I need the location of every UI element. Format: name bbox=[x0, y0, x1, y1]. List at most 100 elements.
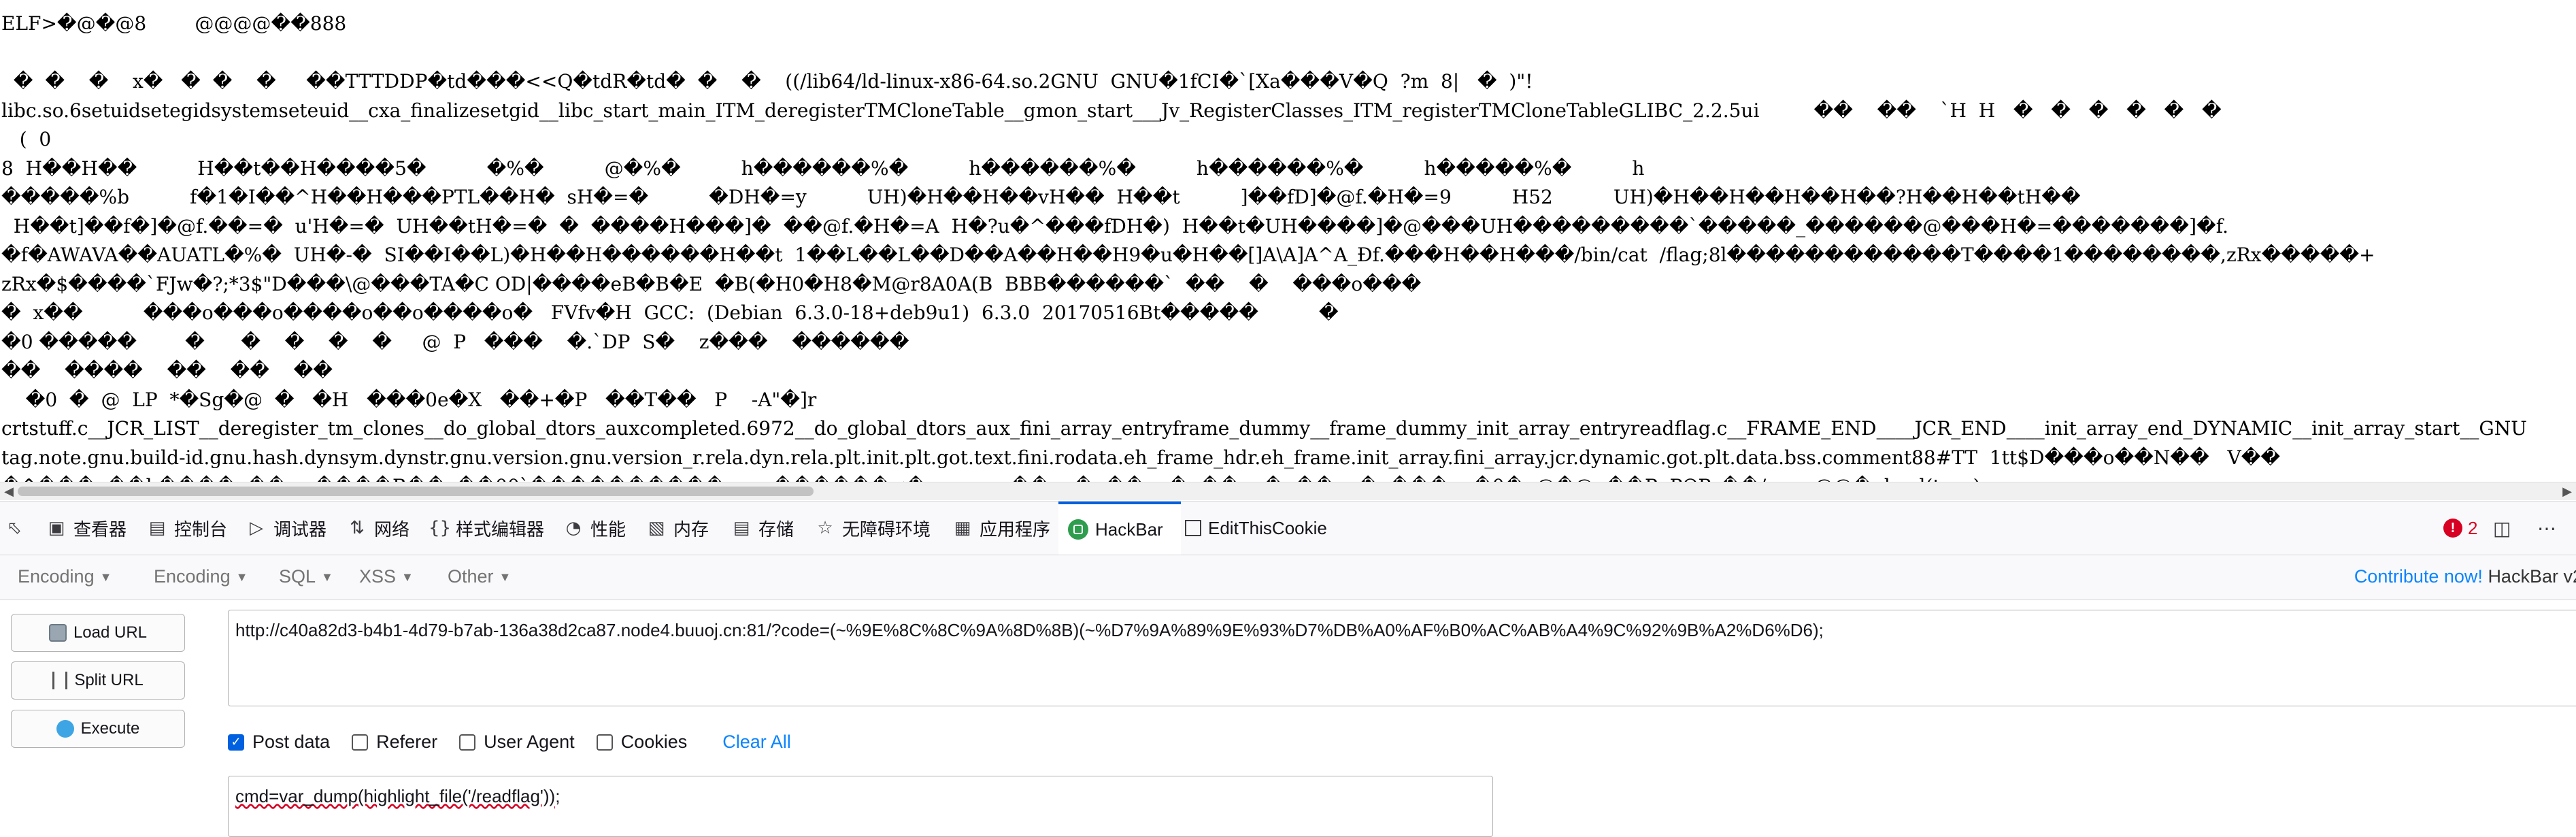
referer-option[interactable]: Referer bbox=[352, 732, 437, 753]
chevron-down-icon: ▼ bbox=[499, 570, 512, 585]
more-options-icon[interactable]: ⋯ bbox=[2537, 502, 2556, 555]
user-agent-option[interactable]: User Agent bbox=[459, 732, 575, 753]
button-label: Execute bbox=[80, 719, 140, 738]
application-icon: ▦ bbox=[954, 518, 971, 538]
chevron-down-icon: ▼ bbox=[235, 570, 248, 585]
tab-style-editor[interactable]: {} 样式编辑器 bbox=[429, 502, 544, 555]
tab-application[interactable]: ▦ 应用程序 bbox=[952, 502, 1050, 555]
contribute-area: Contribute now! HackBar v2 bbox=[2354, 566, 2576, 587]
dock-side-icon[interactable]: ◫ bbox=[2493, 502, 2511, 555]
scrollbar-thumb[interactable] bbox=[18, 487, 814, 496]
storage-icon: ▤ bbox=[733, 518, 750, 538]
horizontal-scrollbar[interactable]: ◀ ▶ bbox=[0, 482, 2576, 500]
tab-memory[interactable]: ▧ 内存 bbox=[646, 502, 709, 555]
user-agent-checkbox[interactable] bbox=[459, 734, 476, 751]
performance-icon: ◔ bbox=[565, 518, 582, 538]
menu-xss[interactable]: XSS ▼ bbox=[359, 566, 414, 587]
tab-accessibility[interactable]: ☆ 无障碍环境 bbox=[815, 502, 931, 555]
cookie-icon bbox=[1185, 520, 1201, 536]
hackbar-version: HackBar v2 bbox=[2488, 566, 2576, 587]
post-data-checkbox[interactable]: ✓ bbox=[228, 734, 244, 751]
menu-encryption[interactable]: Encoding ▼ bbox=[18, 566, 112, 587]
menu-encoding[interactable]: Encoding ▼ bbox=[154, 566, 248, 587]
hackbar-icon bbox=[1068, 519, 1088, 540]
dump-line: tag.note.gnu.build-id.gnu.hash.dynsym.dy… bbox=[1, 446, 2281, 469]
debugger-icon: ▷ bbox=[250, 518, 263, 538]
execute-button[interactable]: Execute bbox=[11, 710, 185, 748]
tab-hackbar[interactable]: HackBar bbox=[1058, 502, 1181, 555]
scroll-left-arrow-icon[interactable]: ◀ bbox=[0, 482, 18, 500]
option-label: Referer bbox=[376, 732, 438, 752]
button-label: Split URL bbox=[74, 671, 144, 689]
chevron-down-icon: ▼ bbox=[401, 570, 414, 585]
dump-line: �� ���� �� �� �� bbox=[1, 359, 333, 382]
chevron-down-icon: ▼ bbox=[321, 570, 333, 585]
network-icon: ⇅ bbox=[350, 518, 365, 538]
dump-line: crtstuff.c__JCR_LIST__deregister_tm_clon… bbox=[1, 417, 2527, 440]
tab-debugger[interactable]: ▷ 调试器 bbox=[246, 502, 327, 555]
dump-line: ( 0 bbox=[1, 128, 52, 150]
post-data-textarea[interactable]: cmd=var_dump(highlight_file('/readflag')… bbox=[228, 776, 1493, 837]
dump-line: � � � x� � � � ��TTTDDP�td���<<Q�tdR�td�… bbox=[1, 70, 1533, 93]
clear-all-link[interactable]: Clear All bbox=[722, 732, 791, 753]
cookies-option[interactable]: Cookies bbox=[596, 732, 687, 753]
memory-icon: ▧ bbox=[648, 518, 665, 538]
dump-line: �0 ����� � � � � � @ P ��� �.`DP S� z���… bbox=[1, 330, 909, 353]
style-editor-icon: {} bbox=[429, 518, 452, 538]
contribute-link[interactable]: Contribute now! bbox=[2354, 566, 2483, 587]
tab-label: EditThisCookie bbox=[1208, 517, 1327, 538]
accessibility-icon: ☆ bbox=[817, 518, 833, 538]
execute-icon bbox=[56, 720, 74, 738]
devtools-toolbar: ⬁ ▣ 查看器 ▤ 控制台 ▷ 调试器 ⇅ 网络 {} 样式编辑器 ◔ 性能 ▧… bbox=[0, 501, 2576, 555]
tab-label: HackBar bbox=[1095, 519, 1163, 540]
menu-label: XSS bbox=[359, 566, 397, 587]
menu-label: Other bbox=[448, 566, 494, 587]
tab-label: 内存 bbox=[673, 519, 709, 540]
element-picker-button[interactable]: ⬁ bbox=[4, 502, 30, 555]
dump-line: 8 H��H�� H��t��H����5� �%� @�%� h������%… bbox=[1, 157, 1645, 180]
menu-label: Encoding bbox=[154, 566, 231, 587]
error-count: 2 bbox=[2468, 517, 2478, 538]
dump-line: libc.so.6setuidsetegidsystemseteuid__cxa… bbox=[1, 99, 2222, 122]
chevron-down-icon: ▼ bbox=[99, 570, 112, 585]
tab-storage[interactable]: ▤ 存储 bbox=[731, 502, 794, 555]
tab-label: 控制台 bbox=[174, 519, 228, 540]
tab-performance[interactable]: ◔ 性能 bbox=[563, 502, 626, 555]
url-text: http://c40a82d3-b4b1-4d79-b7ab-136a38d2c… bbox=[235, 620, 1824, 640]
button-label: Load URL bbox=[73, 623, 148, 642]
tab-inspector[interactable]: ▣ 查看器 bbox=[46, 502, 127, 555]
menu-label: Encoding bbox=[18, 566, 95, 587]
tab-label: 调试器 bbox=[273, 519, 327, 540]
request-options: ✓ Post data Referer User Agent Cookies C… bbox=[228, 732, 791, 753]
tab-console[interactable]: ▤ 控制台 bbox=[147, 502, 227, 555]
split-url-button[interactable]: Split URL bbox=[11, 661, 185, 700]
option-label: Post data bbox=[252, 732, 331, 752]
error-count-badge[interactable]: ! 2 bbox=[2443, 502, 2477, 555]
dump-lines: ELF>�@�@8 @@@@��888 � � � x� � � � ��TTT… bbox=[0, 10, 2527, 489]
dump-line: �����%b f�1�I��^H��H���PTL��H� sH�=� �DH… bbox=[1, 186, 2081, 208]
scroll-right-arrow-icon[interactable]: ▶ bbox=[2558, 482, 2576, 500]
tab-label: 查看器 bbox=[73, 519, 127, 540]
hackbar-menu-bar: Encoding ▼ Encoding ▼ SQL ▼ XSS ▼ Other ▼ Con… bbox=[0, 555, 2576, 600]
element-picker-icon: ⬁ bbox=[7, 518, 22, 538]
menu-label: SQL bbox=[279, 566, 316, 587]
post-data-option[interactable]: ✓ Post data bbox=[228, 732, 330, 753]
menu-other[interactable]: Other ▼ bbox=[448, 566, 511, 587]
inspector-icon: ▣ bbox=[48, 518, 65, 538]
referer-checkbox[interactable] bbox=[352, 734, 369, 751]
url-textarea[interactable]: http://c40a82d3-b4b1-4d79-b7ab-136a38d2c… bbox=[228, 610, 2576, 706]
error-icon: ! bbox=[2443, 519, 2462, 538]
tab-editthiscookie[interactable]: EditThisCookie bbox=[1185, 502, 1327, 555]
cookies-checkbox[interactable] bbox=[596, 734, 613, 751]
dump-line: H��t]��f�]�@f.��=� u'H�=� UH��tH�=� � ��… bbox=[1, 214, 2228, 237]
tab-label: 性能 bbox=[590, 519, 626, 540]
split-url-icon bbox=[52, 672, 68, 689]
dump-line: ELF>�@�@8 @@@@��888 bbox=[1, 12, 347, 35]
menu-sql[interactable]: SQL ▼ bbox=[279, 566, 333, 587]
tab-network[interactable]: ⇅ 网络 bbox=[347, 502, 409, 555]
load-url-button[interactable]: Load URL bbox=[11, 614, 185, 652]
option-label: User Agent bbox=[484, 732, 575, 752]
dump-line bbox=[0, 39, 2527, 68]
console-icon: ▤ bbox=[148, 518, 166, 538]
dump-line: zRx�$����`FJw�?;*3$"D���\@���TA�C OD|���… bbox=[1, 272, 1422, 295]
